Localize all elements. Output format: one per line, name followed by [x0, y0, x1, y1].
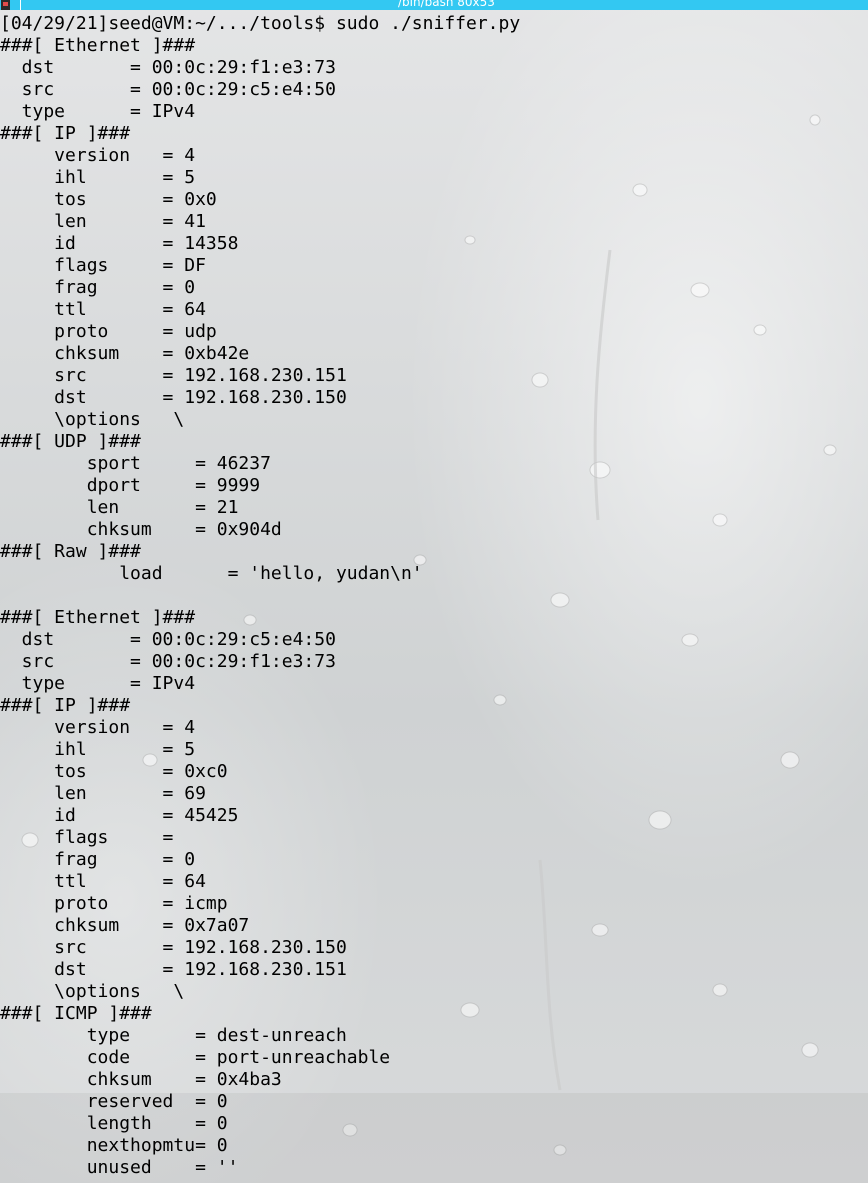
terminal-line: frag = 0	[0, 277, 196, 298]
terminal-line: src = 00:0c:29:f1:e3:73	[0, 651, 336, 672]
terminal-line: ttl = 64	[0, 299, 206, 320]
terminal-line: dport = 9999	[0, 475, 261, 496]
terminal-line: ihl = 5	[0, 167, 196, 188]
terminal-line: id = 14358	[0, 233, 239, 254]
terminal-line: ###[ UDP ]###	[0, 431, 141, 452]
terminal-line: type = dest-unreach	[0, 1025, 347, 1046]
terminal-line: type = IPv4	[0, 101, 196, 122]
terminal-line: ihl = 5	[0, 739, 196, 760]
terminal-line: chksum = 0xb42e	[0, 343, 250, 364]
titlebar-divider	[20, 0, 21, 10]
terminal-line: proto = icmp	[0, 893, 228, 914]
terminal-line: id = 45425	[0, 805, 239, 826]
terminal-line: load = 'hello, yudan\n'	[0, 563, 423, 584]
terminal-line: chksum = 0x4ba3	[0, 1069, 282, 1090]
terminal-line: tos = 0x0	[0, 189, 217, 210]
terminal-line: len = 21	[0, 497, 239, 518]
window-titlebar[interactable]: /bin/bash 80x53	[0, 0, 868, 10]
terminal-line: src = 192.168.230.150	[0, 937, 347, 958]
terminal-line: ###[ IP ]###	[0, 123, 131, 144]
terminal-line: len = 41	[0, 211, 206, 232]
terminal-line: \options \	[0, 981, 185, 1002]
terminal-line: unused = ''	[0, 1157, 239, 1178]
terminal-line: chksum = 0x7a07	[0, 915, 250, 936]
terminal-line: src = 192.168.230.151	[0, 365, 347, 386]
terminal-line: dst = 192.168.230.150	[0, 387, 347, 408]
terminal-output[interactable]: [04/29/21]seed@VM:~/.../tools$ sudo ./sn…	[0, 13, 520, 1179]
terminal-line: \options \	[0, 409, 185, 430]
terminal-line: ###[ IP ]###	[0, 695, 131, 716]
terminal-icon[interactable]	[1, 0, 10, 10]
terminal-line: dst = 00:0c:29:f1:e3:73	[0, 57, 336, 78]
terminal-line: flags =	[0, 827, 185, 848]
terminal-line: version = 4	[0, 145, 196, 166]
terminal-line: flags = DF	[0, 255, 206, 276]
window-title: /bin/bash 80x53	[398, 0, 495, 9]
terminal-line: reserved = 0	[0, 1091, 228, 1112]
terminal-line: ttl = 64	[0, 871, 206, 892]
terminal-line: ###[ Raw ]###	[0, 541, 141, 562]
terminal-line: src = 00:0c:29:c5:e4:50	[0, 79, 336, 100]
terminal-line: ###[ Ethernet ]###	[0, 607, 196, 628]
terminal-line: version = 4	[0, 717, 196, 738]
terminal-line: length = 0	[0, 1113, 228, 1134]
terminal-line: sport = 46237	[0, 453, 271, 474]
terminal-line: len = 69	[0, 783, 206, 804]
terminal-line: dst = 00:0c:29:c5:e4:50	[0, 629, 336, 650]
terminal-line: ###[ Ethernet ]###	[0, 35, 196, 56]
command-prompt-line: [04/29/21]seed@VM:~/.../tools$ sudo ./sn…	[0, 13, 521, 34]
terminal-line: tos = 0xc0	[0, 761, 228, 782]
terminal-line: chksum = 0x904d	[0, 519, 282, 540]
terminal-line: type = IPv4	[0, 673, 196, 694]
terminal-line: proto = udp	[0, 321, 217, 342]
terminal-line: ###[ ICMP ]###	[0, 1003, 152, 1024]
terminal-line: frag = 0	[0, 849, 196, 870]
terminal-line: code = port-unreachable	[0, 1047, 391, 1068]
terminal-line: nexthopmtu= 0	[0, 1135, 228, 1156]
terminal-line: dst = 192.168.230.151	[0, 959, 347, 980]
